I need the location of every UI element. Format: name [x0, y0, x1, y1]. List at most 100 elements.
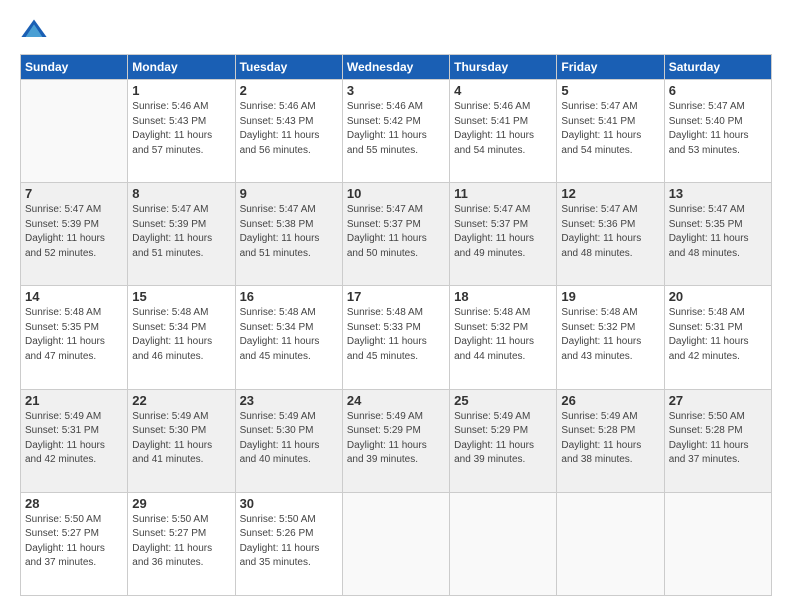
logo [20, 16, 52, 44]
day-info: Sunrise: 5:50 AM Sunset: 5:28 PM Dayligh… [669, 410, 767, 468]
day-number: 5 [561, 83, 659, 98]
day-number: 22 [132, 393, 230, 408]
day-cell: 4 Sunrise: 5:46 AM Sunset: 5:41 PM Daylig… [450, 80, 557, 183]
day-cell: 27 Sunrise: 5:50 AM Sunset: 5:28 PM Dayli… [664, 389, 771, 492]
logo-icon [20, 16, 48, 44]
day-cell: 22Sunrise: 5:49 AM Sunset: 5:30 PM Dayli… [128, 389, 235, 492]
day-number: 8 [132, 186, 230, 201]
day-info: Sunrise: 5:47 AM Sunset: 5:39 PM Dayligh… [132, 203, 230, 261]
day-number: 27 [669, 393, 767, 408]
day-number: 24 [347, 393, 445, 408]
day-number: 11 [454, 186, 552, 201]
day-number: 23 [240, 393, 338, 408]
day-cell: 30Sunrise: 5:50 AM Sunset: 5:26 PM Dayli… [235, 492, 342, 595]
day-info: Sunrise: 5:48 AM Sunset: 5:31 PM Dayligh… [669, 306, 767, 364]
day-cell: 13Sunrise: 5:47 AM Sunset: 5:35 PM Dayli… [664, 183, 771, 286]
day-cell: 6Sunrise: 5:47 AM Sunset: 5:40 PM Daylig… [664, 80, 771, 183]
day-number: 14 [25, 289, 123, 304]
day-cell: 12Sunrise: 5:47 AM Sunset: 5:36 PM Dayli… [557, 183, 664, 286]
day-cell [450, 492, 557, 595]
day-info: Sunrise: 5:48 AM Sunset: 5:33 PM Dayligh… [347, 306, 445, 364]
day-info: Sunrise: 5:47 AM Sunset: 5:38 PM Dayligh… [240, 203, 338, 261]
day-number: 16 [240, 289, 338, 304]
day-number: 18 [454, 289, 552, 304]
week-row: 28Sunrise: 5:50 AM Sunset: 5:27 PM Dayli… [21, 492, 772, 595]
day-cell: 20 Sunrise: 5:48 AM Sunset: 5:31 PM Dayli… [664, 286, 771, 389]
day-cell: 14 Sunrise: 5:48 AM Sunset: 5:35 PM Dayli… [21, 286, 128, 389]
day-info: Sunrise: 5:47 AM Sunset: 5:35 PM Dayligh… [669, 203, 767, 261]
day-cell [664, 492, 771, 595]
day-cell: 11 Sunrise: 5:47 AM Sunset: 5:37 PM Dayli… [450, 183, 557, 286]
day-info: Sunrise: 5:46 AM Sunset: 5:41 PM Dayligh… [454, 100, 552, 158]
day-info: Sunrise: 5:46 AM Sunset: 5:43 PM Dayligh… [240, 100, 338, 158]
day-info: Sunrise: 5:48 AM Sunset: 5:35 PM Dayligh… [25, 306, 123, 364]
day-number: 1 [132, 83, 230, 98]
day-info: Sunrise: 5:49 AM Sunset: 5:30 PM Dayligh… [240, 410, 338, 468]
calendar: SundayMondayTuesdayWednesdayThursdayFrid… [20, 54, 772, 596]
day-info: Sunrise: 5:49 AM Sunset: 5:31 PM Dayligh… [25, 410, 123, 468]
header [20, 16, 772, 44]
day-info: Sunrise: 5:48 AM Sunset: 5:32 PM Dayligh… [454, 306, 552, 364]
day-cell [342, 492, 449, 595]
day-cell: 26 Sunrise: 5:49 AM Sunset: 5:28 PM Dayli… [557, 389, 664, 492]
day-cell: 29 Sunrise: 5:50 AM Sunset: 5:27 PM Dayli… [128, 492, 235, 595]
page: SundayMondayTuesdayWednesdayThursdayFrid… [0, 0, 792, 612]
day-cell: 3 Sunrise: 5:46 AM Sunset: 5:42 PM Daylig… [342, 80, 449, 183]
weekday-header: Monday [128, 55, 235, 80]
day-cell: 28Sunrise: 5:50 AM Sunset: 5:27 PM Dayli… [21, 492, 128, 595]
week-row: 1 Sunrise: 5:46 AM Sunset: 5:43 PM Daylig… [21, 80, 772, 183]
day-cell: 15 Sunrise: 5:48 AM Sunset: 5:34 PM Dayli… [128, 286, 235, 389]
day-number: 9 [240, 186, 338, 201]
day-info: Sunrise: 5:50 AM Sunset: 5:27 PM Dayligh… [132, 513, 230, 571]
day-cell [21, 80, 128, 183]
day-cell: 23 Sunrise: 5:49 AM Sunset: 5:30 PM Dayli… [235, 389, 342, 492]
day-cell: 2 Sunrise: 5:46 AM Sunset: 5:43 PM Daylig… [235, 80, 342, 183]
day-number: 2 [240, 83, 338, 98]
weekday-header: Wednesday [342, 55, 449, 80]
weekday-header: Friday [557, 55, 664, 80]
day-cell: 1 Sunrise: 5:46 AM Sunset: 5:43 PM Daylig… [128, 80, 235, 183]
day-cell: 17 Sunrise: 5:48 AM Sunset: 5:33 PM Dayli… [342, 286, 449, 389]
day-number: 26 [561, 393, 659, 408]
day-cell: 7 Sunrise: 5:47 AM Sunset: 5:39 PM Daylig… [21, 183, 128, 286]
day-number: 21 [25, 393, 123, 408]
day-number: 17 [347, 289, 445, 304]
day-info: Sunrise: 5:46 AM Sunset: 5:43 PM Dayligh… [132, 100, 230, 158]
day-number: 30 [240, 496, 338, 511]
day-info: Sunrise: 5:50 AM Sunset: 5:27 PM Dayligh… [25, 513, 123, 571]
day-cell: 21 Sunrise: 5:49 AM Sunset: 5:31 PM Dayli… [21, 389, 128, 492]
day-cell: 5Sunrise: 5:47 AM Sunset: 5:41 PM Daylig… [557, 80, 664, 183]
day-number: 10 [347, 186, 445, 201]
day-info: Sunrise: 5:49 AM Sunset: 5:29 PM Dayligh… [454, 410, 552, 468]
day-info: Sunrise: 5:46 AM Sunset: 5:42 PM Dayligh… [347, 100, 445, 158]
day-number: 4 [454, 83, 552, 98]
day-info: Sunrise: 5:47 AM Sunset: 5:37 PM Dayligh… [454, 203, 552, 261]
day-info: Sunrise: 5:48 AM Sunset: 5:34 PM Dayligh… [240, 306, 338, 364]
day-cell: 25 Sunrise: 5:49 AM Sunset: 5:29 PM Dayli… [450, 389, 557, 492]
week-row: 14 Sunrise: 5:48 AM Sunset: 5:35 PM Dayli… [21, 286, 772, 389]
day-number: 6 [669, 83, 767, 98]
weekday-header: Tuesday [235, 55, 342, 80]
weekday-header: Sunday [21, 55, 128, 80]
day-info: Sunrise: 5:47 AM Sunset: 5:37 PM Dayligh… [347, 203, 445, 261]
day-cell: 16 Sunrise: 5:48 AM Sunset: 5:34 PM Dayli… [235, 286, 342, 389]
day-cell: 9 Sunrise: 5:47 AM Sunset: 5:38 PM Daylig… [235, 183, 342, 286]
day-number: 15 [132, 289, 230, 304]
day-info: Sunrise: 5:49 AM Sunset: 5:28 PM Dayligh… [561, 410, 659, 468]
day-number: 25 [454, 393, 552, 408]
day-cell: 10 Sunrise: 5:47 AM Sunset: 5:37 PM Dayli… [342, 183, 449, 286]
day-number: 20 [669, 289, 767, 304]
day-number: 19 [561, 289, 659, 304]
day-info: Sunrise: 5:48 AM Sunset: 5:34 PM Dayligh… [132, 306, 230, 364]
day-info: Sunrise: 5:49 AM Sunset: 5:29 PM Dayligh… [347, 410, 445, 468]
day-number: 3 [347, 83, 445, 98]
day-cell: 24 Sunrise: 5:49 AM Sunset: 5:29 PM Dayli… [342, 389, 449, 492]
weekday-header: Thursday [450, 55, 557, 80]
day-cell: 18 Sunrise: 5:48 AM Sunset: 5:32 PM Dayli… [450, 286, 557, 389]
day-info: Sunrise: 5:48 AM Sunset: 5:32 PM Dayligh… [561, 306, 659, 364]
day-info: Sunrise: 5:47 AM Sunset: 5:39 PM Dayligh… [25, 203, 123, 261]
day-cell: 8 Sunrise: 5:47 AM Sunset: 5:39 PM Daylig… [128, 183, 235, 286]
day-number: 7 [25, 186, 123, 201]
day-number: 29 [132, 496, 230, 511]
week-row: 21 Sunrise: 5:49 AM Sunset: 5:31 PM Dayli… [21, 389, 772, 492]
